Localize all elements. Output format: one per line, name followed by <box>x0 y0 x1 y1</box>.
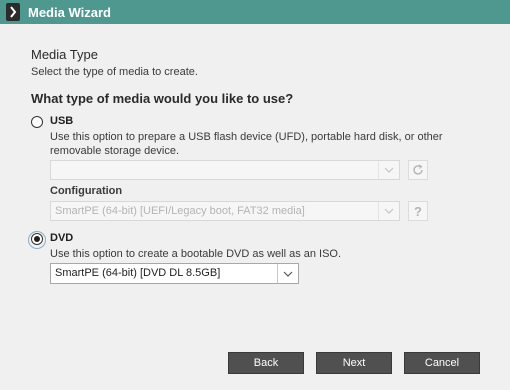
help-button[interactable]: ? <box>408 201 428 221</box>
dvd-label[interactable]: DVD <box>50 232 73 244</box>
chevron-down-icon[interactable] <box>378 202 399 220</box>
back-button[interactable]: Back <box>228 352 304 374</box>
usb-description-line2: removable storage device. <box>50 145 180 157</box>
refresh-icon <box>412 164 424 176</box>
refresh-button[interactable] <box>408 160 428 180</box>
usb-configuration-dropdown[interactable]: SmartPE (64-bit) [UEFI/Legacy boot, FAT3… <box>50 201 400 221</box>
usb-label[interactable]: USB <box>50 115 73 127</box>
usb-description-line1: Use this option to prepare a USB flash d… <box>50 131 443 143</box>
next-button[interactable]: Next <box>316 352 392 374</box>
help-icon: ? <box>414 203 422 219</box>
media-question: What type of media would you like to use… <box>31 91 294 106</box>
chevron-down-icon[interactable] <box>277 264 298 283</box>
usb-radio[interactable] <box>31 116 43 128</box>
window-title: Media Wizard <box>28 4 111 20</box>
title-bar: Media Wizard <box>0 0 510 24</box>
dvd-media-value: SmartPE (64-bit) [DVD DL 8.5GB] <box>55 267 221 279</box>
app-logo-icon <box>6 3 20 21</box>
dvd-media-dropdown[interactable]: SmartPE (64-bit) [DVD DL 8.5GB] <box>50 263 299 284</box>
dvd-radio[interactable] <box>31 233 43 245</box>
configuration-label: Configuration <box>50 185 123 197</box>
page-subtitle: Select the type of media to create. <box>31 66 198 78</box>
usb-configuration-value: SmartPE (64-bit) [UEFI/Legacy boot, FAT3… <box>55 205 305 217</box>
page-title: Media Type <box>31 47 98 62</box>
chevron-down-icon[interactable] <box>378 161 399 179</box>
dvd-description: Use this option to create a bootable DVD… <box>50 248 342 260</box>
cancel-button[interactable]: Cancel <box>404 352 480 374</box>
usb-device-dropdown[interactable] <box>50 160 400 180</box>
